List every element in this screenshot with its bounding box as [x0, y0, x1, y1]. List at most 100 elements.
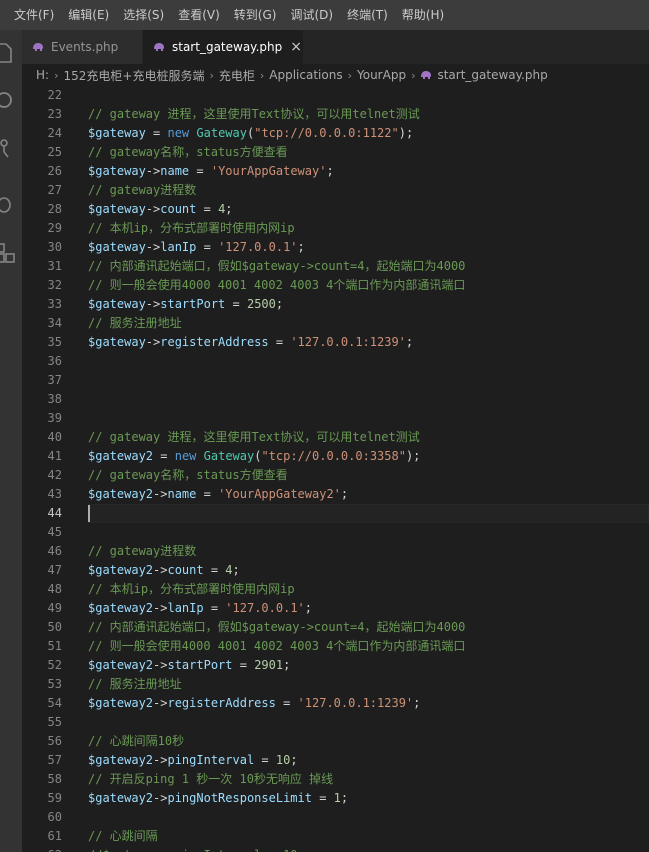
tab-start-gateway-php[interactable]: start_gateway.php ×: [143, 30, 304, 64]
code-line[interactable]: 61 // 心跳间隔: [22, 827, 649, 846]
code-token: ->: [153, 601, 168, 615]
text-cursor: [88, 505, 90, 522]
search-icon[interactable]: [0, 86, 22, 114]
menu-terminal[interactable]: 终端(T): [340, 0, 395, 30]
code-line[interactable]: 33 $gateway->startPort = 2500;: [22, 295, 649, 314]
line-number: 42: [47, 468, 62, 482]
code-token: ->: [145, 164, 161, 178]
code-line[interactable]: 56 // 心跳间隔10秒: [22, 732, 649, 751]
line-number: 27: [47, 183, 62, 197]
menu-edit[interactable]: 编辑(E): [61, 0, 116, 30]
code-line[interactable]: 60: [22, 808, 649, 827]
breadcrumb-folder[interactable]: YourApp: [357, 68, 406, 82]
code-text: $gateway->count = 4;: [88, 200, 233, 219]
source-control-icon[interactable]: [0, 134, 22, 162]
menu-view[interactable]: 查看(V): [171, 0, 227, 30]
code-line[interactable]: 54 $gateway2->registerAddress = '127.0.0.…: [22, 694, 649, 713]
breadcrumb-folder[interactable]: 充电柜: [219, 67, 255, 84]
code-line[interactable]: 22: [22, 86, 649, 105]
code-line[interactable]: 35 $gateway->registerAddress = '127.0.0.1…: [22, 333, 649, 352]
tab-events-php[interactable]: Events.php: [22, 30, 143, 64]
code-token: =: [196, 240, 219, 254]
line-number: 62: [22, 846, 62, 852]
code-editor[interactable]: 22 23 // gateway 进程，这里使用Text协议，可以用telnet测试…: [22, 86, 649, 852]
menu-file[interactable]: 文件(F): [0, 0, 61, 30]
code-line[interactable]: 51 // 则一般会使用4000 4001 4002 4003 4个端口作为内部通…: [22, 637, 649, 656]
breadcrumb-folder[interactable]: 152充电柜+充电桩服务端: [63, 67, 204, 84]
code-line[interactable]: 30 $gateway->lanIp = '127.0.0.1';: [22, 238, 649, 257]
code-token: lanIp: [167, 601, 204, 615]
code-line[interactable]: 29 // 本机ip，分布式部署时使用内网ip: [22, 219, 649, 238]
code-text: $gateway2 = new Gateway("tcp://0.0.0.0:3…: [88, 447, 420, 466]
code-text: // 服务注册地址: [88, 314, 182, 333]
breadcrumb-file[interactable]: start_gateway.php: [420, 68, 548, 82]
code-line[interactable]: 39: [22, 409, 649, 428]
code-token: // 则一般会使用4000 4001 4002 4003 4个端口作为内部通讯端…: [88, 639, 466, 653]
menu-help[interactable]: 帮助(H): [395, 0, 451, 30]
code-line[interactable]: 52 $gateway2->startPort = 2901;: [22, 656, 649, 675]
php-elephant-icon: [153, 40, 165, 54]
menu-debug[interactable]: 调试(D): [283, 0, 340, 30]
breadcrumb-drive[interactable]: H:: [36, 68, 49, 82]
code-line[interactable]: 49 $gateway2->lanIp = '127.0.0.1';: [22, 599, 649, 618]
code-token: =: [153, 449, 175, 463]
debug-icon[interactable]: [0, 190, 22, 218]
code-token: ;: [225, 202, 233, 216]
code-token: ;: [283, 658, 291, 672]
code-token: // 服务注册地址: [88, 316, 182, 330]
code-token: $gateway: [88, 297, 146, 311]
menu-go[interactable]: 转到(G): [227, 0, 284, 30]
code-line[interactable]: 58 // 开启反ping 1 秒一次 10秒无响应 掉线: [22, 770, 649, 789]
code-line[interactable]: 42 // gateway名称，status方便查看: [22, 466, 649, 485]
code-token: =: [225, 297, 247, 311]
code-line[interactable]: 36: [22, 352, 649, 371]
code-line[interactable]: 40 // gateway 进程，这里使用Text协议，可以用telnet测试: [22, 428, 649, 447]
line-number: 48: [47, 582, 62, 596]
code-line[interactable]: 26 $gateway->name = 'YourAppGateway';: [22, 162, 649, 181]
code-text: // 心跳间隔10秒: [88, 732, 184, 751]
code-line[interactable]: 43 $gateway2->name = 'YourAppGateway2';: [22, 485, 649, 504]
code-line[interactable]: 37: [22, 371, 649, 390]
code-line[interactable]: 27 // gateway进程数: [22, 181, 649, 200]
code-line[interactable]: 57 $gateway2->pingInterval = 10;: [22, 751, 649, 770]
code-line[interactable]: 50 // 内部通讯起始端口，假如$gateway->count=4，起始端口为4…: [22, 618, 649, 637]
breadcrumb-folder[interactable]: Applications: [269, 68, 342, 82]
code-text: // gateway进程数: [88, 542, 196, 561]
code-line[interactable]: 55: [22, 713, 649, 732]
close-icon[interactable]: ×: [290, 39, 302, 55]
code-line[interactable]: 44: [22, 504, 649, 523]
code-line[interactable]: 41 $gateway2 = new Gateway("tcp://0.0.0.0…: [22, 447, 649, 466]
menu-selection[interactable]: 选择(S): [116, 0, 171, 30]
line-number: 35: [47, 335, 62, 349]
code-token: // 则一般会使用4000 4001 4002 4003 4个端口作为内部通讯端…: [88, 278, 466, 292]
extensions-icon[interactable]: [0, 238, 22, 266]
code-line[interactable]: 24 $gateway = new Gateway("tcp://0.0.0.0:…: [22, 124, 649, 143]
code-line[interactable]: 48 // 本机ip，分布式部署时使用内网ip: [22, 580, 649, 599]
code-line[interactable]: 38: [22, 390, 649, 409]
files-icon[interactable]: [0, 38, 22, 66]
code-text: $gateway->startPort = 2500;: [88, 295, 283, 314]
code-line[interactable]: 32 // 则一般会使用4000 4001 4002 4003 4个端口作为内部通…: [22, 276, 649, 295]
code-line[interactable]: 46 // gateway进程数: [22, 542, 649, 561]
code-token: =: [275, 696, 298, 710]
code-token: $gateway: [88, 164, 146, 178]
code-line[interactable]: 53 // 服务注册地址: [22, 675, 649, 694]
code-line[interactable]: 34 // 服务注册地址: [22, 314, 649, 333]
code-token: =: [145, 126, 168, 140]
code-line[interactable]: 23 // gateway 进程，这里使用Text协议，可以用telnet测试: [22, 105, 649, 124]
line-number: 41: [47, 449, 62, 463]
code-token: name: [160, 164, 190, 178]
code-line[interactable]: 45: [22, 523, 649, 542]
code-line[interactable]: 62 //$gateway->pingInterval = 10;: [22, 846, 649, 852]
code-line[interactable]: 28 $gateway->count = 4;: [22, 200, 649, 219]
code-line[interactable]: 25 // gateway名称，status方便查看: [22, 143, 649, 162]
code-token: new: [167, 126, 190, 140]
code-line[interactable]: 59 $gateway2->pingNotResponseLimit = 1;: [22, 789, 649, 808]
code-text: // gateway 进程，这里使用Text协议，可以用telnet测试: [88, 105, 420, 124]
code-text: // 服务注册地址: [88, 675, 182, 694]
code-token: count: [160, 202, 197, 216]
php-elephant-icon: [32, 40, 44, 54]
code-line[interactable]: 47 $gateway2->count = 4;: [22, 561, 649, 580]
line-number: 55: [47, 715, 62, 729]
code-line[interactable]: 31 // 内部通讯起始端口，假如$gateway->count=4，起始端口为4…: [22, 257, 649, 276]
